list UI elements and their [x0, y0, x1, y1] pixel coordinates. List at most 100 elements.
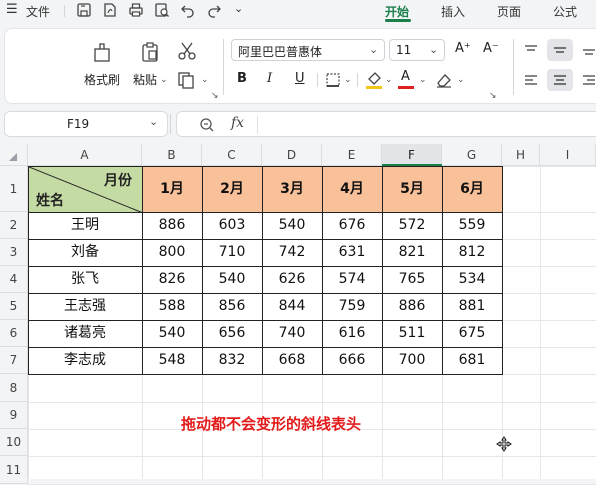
font-color-chevron-icon[interactable]: ⌄: [419, 75, 427, 85]
table-value-cell[interactable]: 800: [142, 239, 202, 266]
table-value-cell[interactable]: 844: [262, 293, 322, 320]
shrink-font-icon[interactable]: A⁻: [483, 41, 499, 56]
print-icon[interactable]: [128, 2, 144, 18]
table-row-name-cell[interactable]: 刘备: [28, 239, 142, 266]
row-header-6[interactable]: 6: [0, 320, 28, 347]
print-preview-icon[interactable]: [154, 2, 170, 18]
table-value-cell[interactable]: 740: [262, 320, 322, 347]
row-header-2[interactable]: 2: [0, 212, 28, 239]
name-box-chevron-icon[interactable]: ⌄: [149, 115, 158, 128]
table-row-name-cell[interactable]: 李志成: [28, 347, 142, 374]
insert-function-icon[interactable]: fx: [231, 115, 244, 131]
select-all-triangle-icon[interactable]: [9, 153, 17, 161]
paste-icon[interactable]: [139, 41, 161, 63]
month-header-cell[interactable]: 3月: [262, 166, 322, 212]
zoom-formula-icon[interactable]: [199, 117, 215, 133]
borders-chevron-icon[interactable]: ⌄: [344, 75, 352, 85]
hamburger-icon[interactable]: ☰: [6, 2, 18, 17]
clear-chevron-icon[interactable]: ⌄: [457, 75, 465, 85]
bold-button[interactable]: B: [237, 71, 247, 86]
copy-dropdown-chevron-icon[interactable]: ⌄: [201, 75, 209, 85]
underline-button[interactable]: U: [295, 71, 305, 86]
table-value-cell[interactable]: 765: [382, 266, 442, 293]
paste-label[interactable]: 粘贴: [133, 71, 157, 88]
month-header-cell[interactable]: 6月: [442, 166, 502, 212]
table-value-cell[interactable]: 588: [142, 293, 202, 320]
copy-icon[interactable]: [177, 71, 197, 89]
table-value-cell[interactable]: 668: [262, 347, 322, 374]
table-value-cell[interactable]: 812: [442, 239, 502, 266]
table-value-cell[interactable]: 540: [262, 212, 322, 239]
font-size-chevron-icon[interactable]: ⌄: [429, 43, 438, 56]
cut-icon[interactable]: [177, 41, 197, 61]
align-top-icon[interactable]: [523, 43, 539, 57]
column-header-f[interactable]: F: [382, 144, 442, 166]
table-value-cell[interactable]: 656: [202, 320, 262, 347]
table-value-cell[interactable]: 676: [322, 212, 382, 239]
table-value-cell[interactable]: 626: [262, 266, 322, 293]
month-header-cell[interactable]: 5月: [382, 166, 442, 212]
borders-icon[interactable]: [325, 72, 341, 88]
table-value-cell[interactable]: 511: [382, 320, 442, 347]
align-middle-button[interactable]: [547, 39, 573, 61]
table-value-cell[interactable]: 881: [442, 293, 502, 320]
redo-icon[interactable]: [206, 2, 222, 18]
table-row-name-cell[interactable]: 诸葛亮: [28, 320, 142, 347]
table-value-cell[interactable]: 826: [142, 266, 202, 293]
table-value-cell[interactable]: 572: [382, 212, 442, 239]
month-header-cell[interactable]: 1月: [142, 166, 202, 212]
row-header-4[interactable]: 4: [0, 266, 28, 293]
tab-page[interactable]: 页面: [497, 3, 521, 20]
font-name-chevron-icon[interactable]: ⌄: [369, 43, 378, 56]
column-header-e[interactable]: E: [322, 144, 382, 166]
row-header-7[interactable]: 7: [0, 347, 28, 374]
row-header-5[interactable]: 5: [0, 293, 28, 320]
table-value-cell[interactable]: 681: [442, 347, 502, 374]
font-launcher-icon[interactable]: ↘: [489, 91, 497, 101]
tab-insert[interactable]: 插入: [441, 3, 465, 20]
column-header-d[interactable]: D: [262, 144, 322, 166]
export-pdf-icon[interactable]: [102, 2, 118, 18]
row-header-9[interactable]: 9: [0, 402, 28, 429]
table-value-cell[interactable]: 759: [322, 293, 382, 320]
align-center-button[interactable]: [547, 69, 573, 91]
column-header-c[interactable]: C: [202, 144, 262, 166]
fill-color-icon[interactable]: [365, 70, 383, 90]
column-header-h[interactable]: H: [502, 144, 540, 166]
italic-button[interactable]: I: [267, 71, 272, 86]
tab-home[interactable]: 开始: [385, 3, 409, 20]
name-box[interactable]: F19 ⌄: [4, 111, 168, 137]
column-header-a[interactable]: A: [28, 144, 142, 166]
clipboard-launcher-icon[interactable]: ↘: [211, 91, 219, 101]
table-value-cell[interactable]: 675: [442, 320, 502, 347]
align-right-icon[interactable]: [581, 73, 596, 87]
table-value-cell[interactable]: 710: [202, 239, 262, 266]
save-icon[interactable]: [76, 2, 92, 18]
table-value-cell[interactable]: 559: [442, 212, 502, 239]
format-painter-icon[interactable]: [91, 41, 113, 63]
row-header-1[interactable]: 1: [0, 166, 28, 212]
table-value-cell[interactable]: 886: [142, 212, 202, 239]
spreadsheet-grid[interactable]: A B C D E F G H I 1 2 3 4 5 6 7 8 9 10 11 月份 姓名 1月 2月 3月 4月 5月 6月王…: [0, 144, 596, 485]
table-value-cell[interactable]: 742: [262, 239, 322, 266]
column-header-g[interactable]: G: [442, 144, 502, 166]
table-value-cell[interactable]: 631: [322, 239, 382, 266]
table-value-cell[interactable]: 574: [322, 266, 382, 293]
table-value-cell[interactable]: 700: [382, 347, 442, 374]
table-row-name-cell[interactable]: 张飞: [28, 266, 142, 293]
tab-formula[interactable]: 公式: [553, 3, 577, 20]
font-color-icon[interactable]: A: [401, 69, 410, 84]
eraser-icon[interactable]: [435, 72, 453, 88]
align-bottom-icon[interactable]: [581, 43, 596, 57]
table-value-cell[interactable]: 540: [142, 320, 202, 347]
table-value-cell[interactable]: 821: [382, 239, 442, 266]
table-value-cell[interactable]: 856: [202, 293, 262, 320]
table-value-cell[interactable]: 832: [202, 347, 262, 374]
column-header-b[interactable]: B: [142, 144, 202, 166]
table-value-cell[interactable]: 616: [322, 320, 382, 347]
formula-input[interactable]: [267, 117, 596, 133]
row-header-10[interactable]: 10: [0, 429, 28, 456]
table-value-cell[interactable]: 666: [322, 347, 382, 374]
row-header-11[interactable]: 11: [0, 456, 28, 484]
font-name-select[interactable]: 阿里巴巴普惠体: [231, 39, 385, 61]
